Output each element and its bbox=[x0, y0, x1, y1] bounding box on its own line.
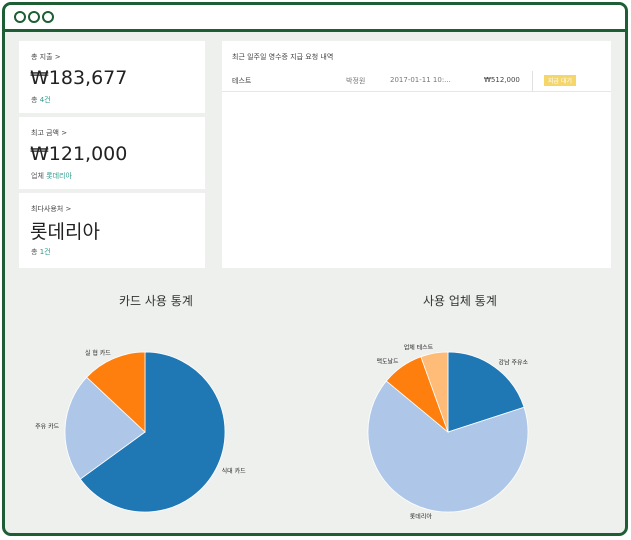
pie-label-주유-카드: 주유 카드 bbox=[35, 423, 59, 431]
chevron-right-icon: > bbox=[54, 53, 61, 61]
card-chart-title: 카드 사용 통계 bbox=[119, 294, 193, 308]
total-spend-count: 총 4건 bbox=[31, 96, 51, 104]
window-minimize-dot[interactable] bbox=[28, 11, 40, 23]
total-spend-card[interactable]: 총 지출 > ₩183,677 총 4건 bbox=[19, 41, 205, 113]
window-titlebar bbox=[5, 5, 625, 32]
top-amount-value: ₩121,000 bbox=[30, 143, 128, 165]
top-amount-card[interactable]: 최고 금액 > ₩121,000 업체 롯데리아 bbox=[19, 117, 205, 189]
chevron-right-icon: > bbox=[61, 129, 68, 137]
vendor-pie-chart: 강남 주유소롯데리아 맥도날드 업체 테스트 bbox=[367, 343, 529, 520]
row-amount: ₩512,000 bbox=[484, 76, 520, 84]
window-close-dot[interactable] bbox=[14, 11, 26, 23]
table-row[interactable]: 테스트 박정원 2017-01-11 10:... ₩512,000 지급 대기 bbox=[222, 67, 611, 92]
card-pie-chart: 식대 카드 주유 카드 실 협 카드 bbox=[35, 349, 246, 513]
chevron-right-icon: > bbox=[65, 205, 72, 213]
top-user-card[interactable]: 최다사용처 > 롯데리아 총 1건 bbox=[19, 193, 205, 268]
pie-label-강남-주유소: 강남 주유소 bbox=[499, 358, 529, 366]
total-spend-amount: ₩183,677 bbox=[30, 67, 128, 89]
row-date: 2017-01-11 10:... bbox=[390, 76, 451, 84]
app-window: 총 지출 > ₩183,677 총 4건 최고 금액 > ₩121,000 업체… bbox=[2, 2, 628, 536]
top-amount-label[interactable]: 최고 금액 > bbox=[31, 128, 67, 138]
pie-label-롯데리아: 롯데리아 bbox=[410, 512, 433, 520]
window-maximize-dot[interactable] bbox=[42, 11, 54, 23]
top-user-count: 총 1건 bbox=[31, 248, 51, 256]
top-user-label[interactable]: 최다사용처 > bbox=[31, 204, 71, 214]
status-badge: 지급 대기 bbox=[544, 75, 576, 86]
recent-requests-title: 최근 일주일 영수증 지급 요청 내역 bbox=[232, 53, 334, 61]
vendor-chart-title: 사용 업체 통계 bbox=[423, 294, 497, 308]
top-amount-vendor: 업체 롯데리아 bbox=[31, 172, 72, 180]
recent-requests-panel: 최근 일주일 영수증 지급 요청 내역 테스트 박정원 2017-01-11 1… bbox=[222, 41, 611, 268]
pie-label-식대-카드: 식대 카드 bbox=[222, 467, 246, 475]
pie-label-실-협-카드: 실 협 카드 bbox=[85, 349, 111, 357]
total-spend-label[interactable]: 총 지출 > bbox=[31, 52, 61, 62]
pie-label-업체-테스트: 업체 테스트 bbox=[404, 343, 434, 351]
row-title: 테스트 bbox=[232, 77, 252, 85]
top-user-name: 롯데리아 bbox=[30, 221, 100, 243]
pie-label-맥도날드: 맥도날드 bbox=[376, 358, 399, 366]
row-requester: 박정원 bbox=[346, 77, 366, 85]
row-divider bbox=[532, 71, 533, 91]
